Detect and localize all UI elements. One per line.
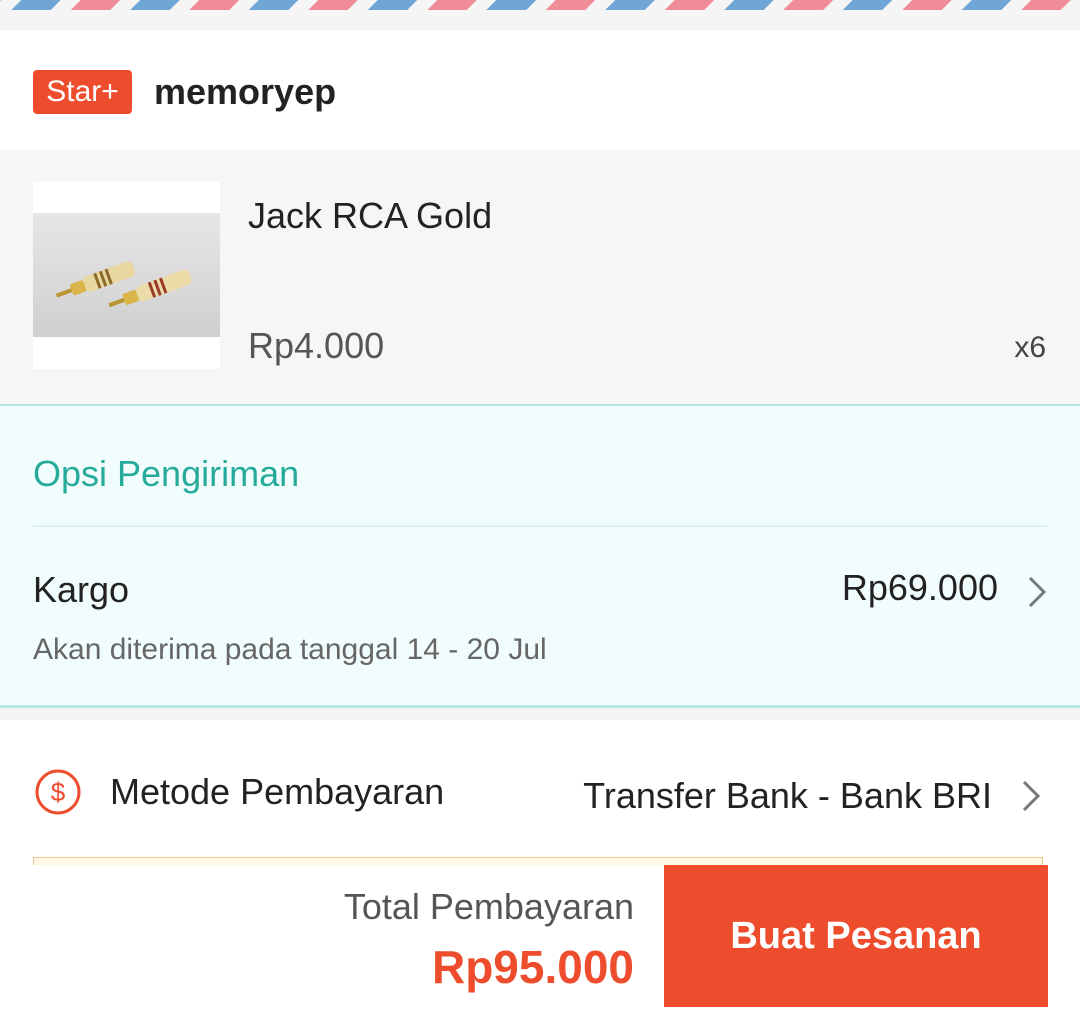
shop-header[interactable]: Star+ memoryep: [0, 30, 1080, 150]
product-price: Rp4.000: [248, 325, 385, 366]
payment-method-value[interactable]: Transfer Bank - Bank BRI: [583, 774, 992, 818]
total-payment-label: Total Pembayaran: [343, 886, 634, 927]
shipping-divider: [33, 525, 1047, 527]
product-thumbnail[interactable]: [33, 182, 220, 369]
payment-method-label: Metode Pembayaran: [110, 771, 445, 812]
payment-method-row[interactable]: $ Metode Pembayaran Transfer Bank - Bank…: [0, 720, 1080, 867]
product-quantity: x6: [1014, 331, 1046, 364]
product-item[interactable]: Jack RCA Gold Rp4.000 x6: [0, 150, 1080, 404]
star-plus-badge: Star+: [33, 70, 132, 114]
shop-name[interactable]: memoryep: [154, 68, 336, 116]
chevron-right-icon[interactable]: [1022, 574, 1052, 610]
svg-text:$: $: [51, 777, 66, 807]
total-payment-amount: Rp95.000: [431, 941, 634, 993]
rca-jack-photo-icon: [55, 261, 192, 308]
product-photo: [33, 213, 220, 337]
chevron-right-icon[interactable]: [1016, 778, 1046, 814]
product-name[interactable]: Jack RCA Gold: [248, 194, 492, 238]
address-airmail-border: [0, 0, 1080, 30]
dollar-circle-icon: $: [35, 769, 81, 815]
shipping-options-title: Opsi Pengiriman: [33, 453, 300, 494]
shipping-courier-name[interactable]: Kargo: [33, 568, 129, 612]
airmail-stripes: [0, 0, 1080, 10]
shipping-options-section: Opsi Pengiriman Kargo Rp69.000 Akan dite…: [0, 404, 1080, 708]
shipping-cost[interactable]: Rp69.000: [842, 566, 998, 610]
place-order-button[interactable]: Buat Pesanan: [664, 865, 1048, 1007]
checkout-bottom-bar: Total Pembayaran Rp95.000 Buat Pesanan: [0, 865, 1080, 1012]
shipping-eta: Akan diterima pada tanggal 14 - 20 Jul: [33, 633, 547, 666]
